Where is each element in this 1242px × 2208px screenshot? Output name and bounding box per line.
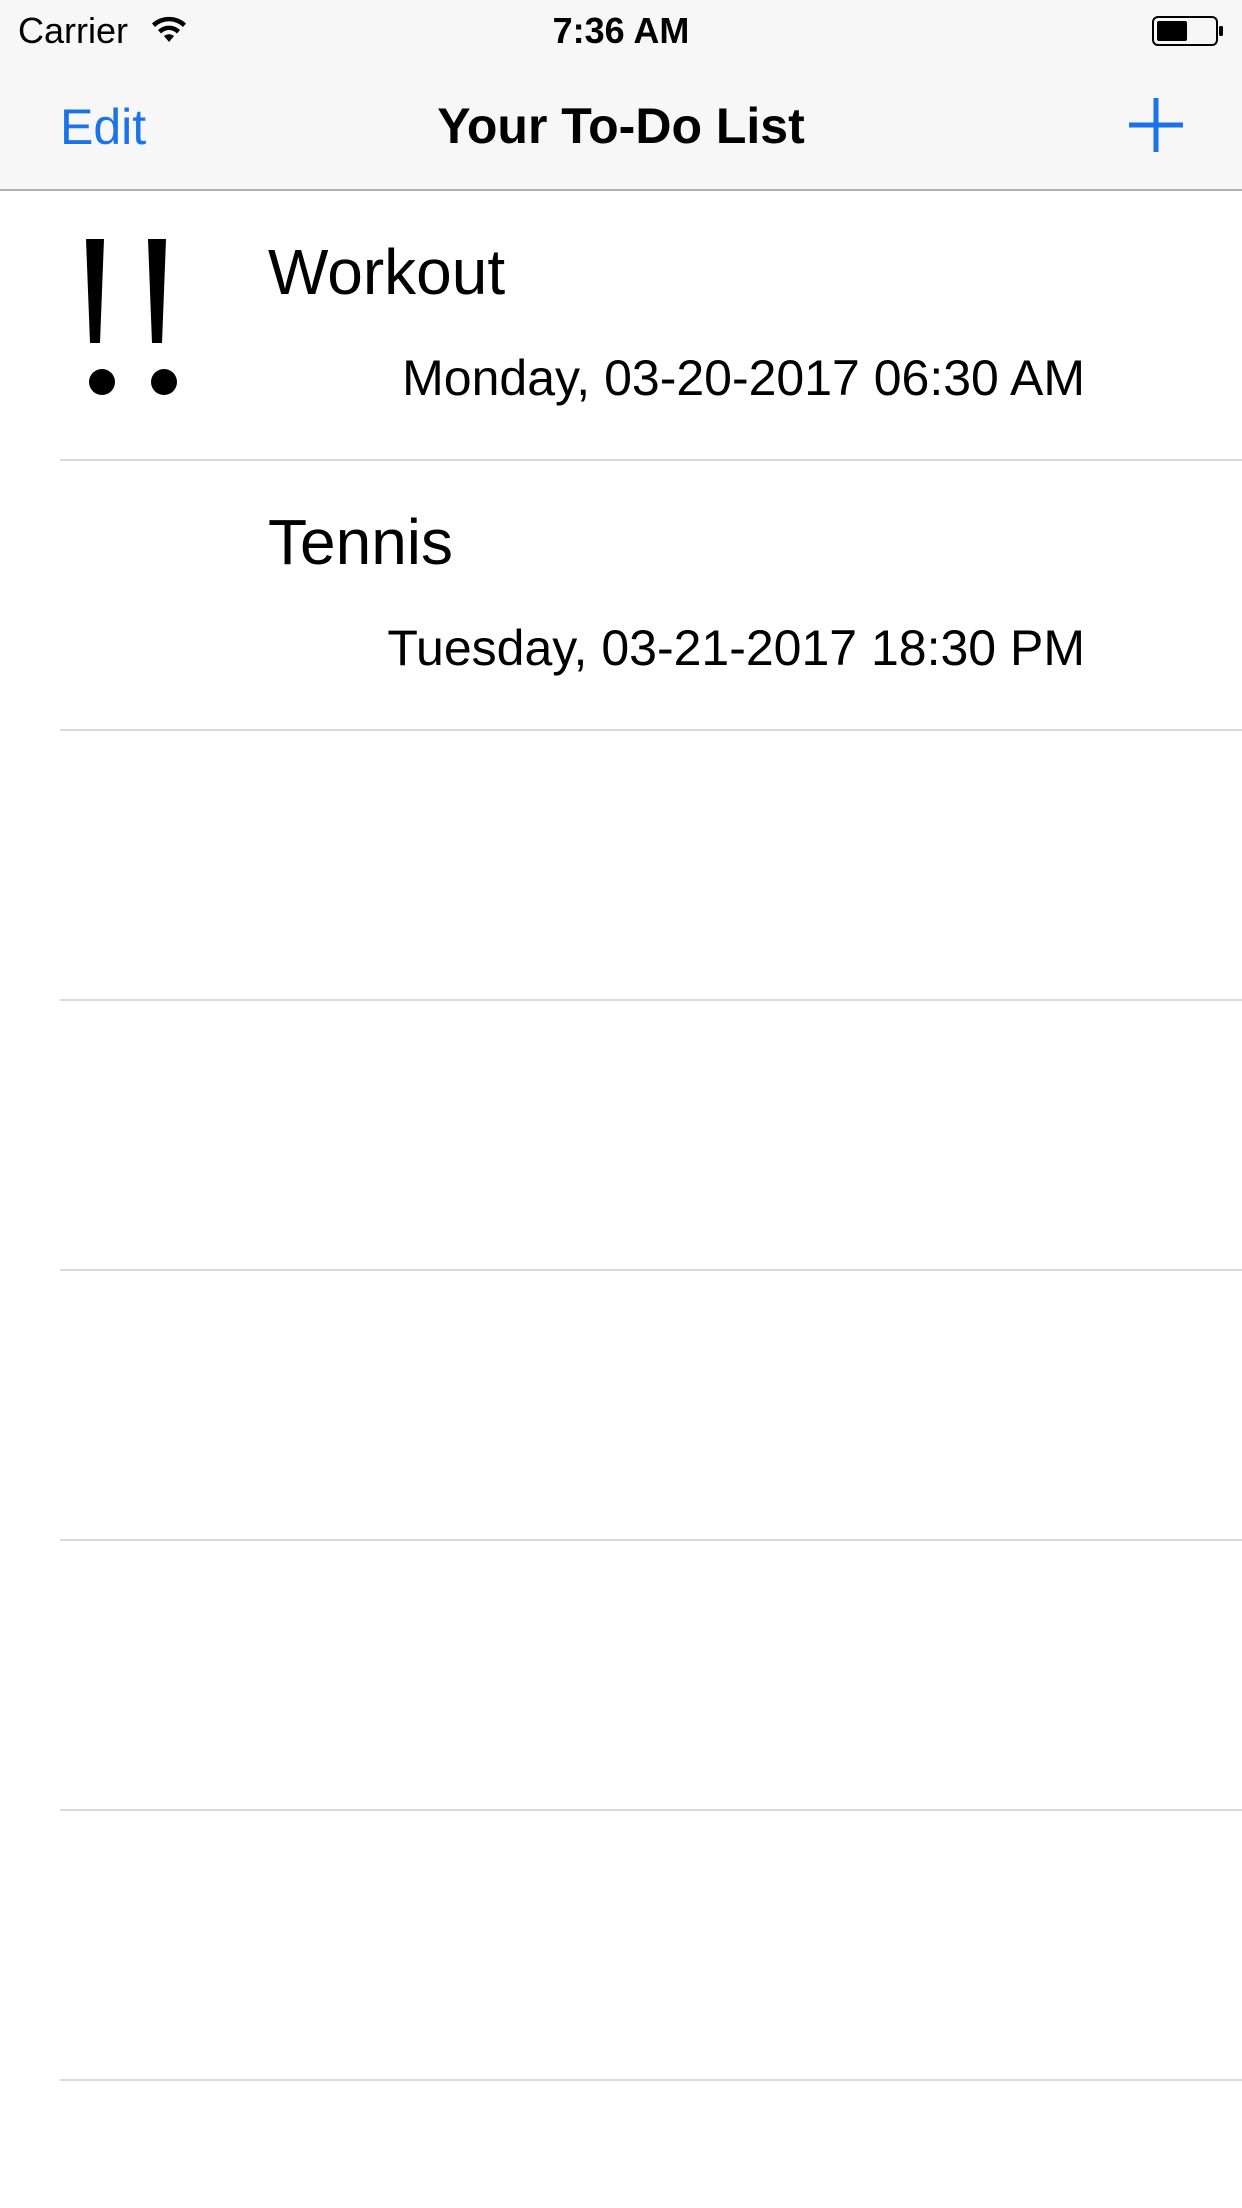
task-row[interactable]: Workout Monday, 03-20-2017 06:30 AM <box>0 191 1242 461</box>
high-priority-icon <box>86 239 177 395</box>
status-time: 7:36 AM <box>552 10 690 51</box>
empty-row <box>0 1811 1242 2081</box>
screen: Carrier 7:36 AM Edit Your To-Do List Wor <box>0 0 1242 2208</box>
task-title: Workout <box>268 236 506 308</box>
empty-row <box>0 1001 1242 1271</box>
battery-icon <box>1152 16 1223 46</box>
task-date: Monday, 03-20-2017 06:30 AM <box>402 350 1085 406</box>
row-divider <box>60 2079 1242 2081</box>
status-bar: Carrier 7:36 AM <box>0 0 1242 60</box>
task-date: Tuesday, 03-21-2017 18:30 PM <box>387 620 1085 676</box>
empty-row <box>0 731 1242 1001</box>
task-row[interactable]: Tennis Tuesday, 03-21-2017 18:30 PM <box>0 461 1242 731</box>
empty-row <box>0 1541 1242 1811</box>
task-title: Tennis <box>268 506 453 578</box>
page-title: Your To-Do List <box>437 98 805 154</box>
navigation-bar: Edit Your To-Do List <box>0 60 1242 191</box>
plus-icon[interactable] <box>1125 94 1187 156</box>
empty-row <box>0 1271 1242 1541</box>
